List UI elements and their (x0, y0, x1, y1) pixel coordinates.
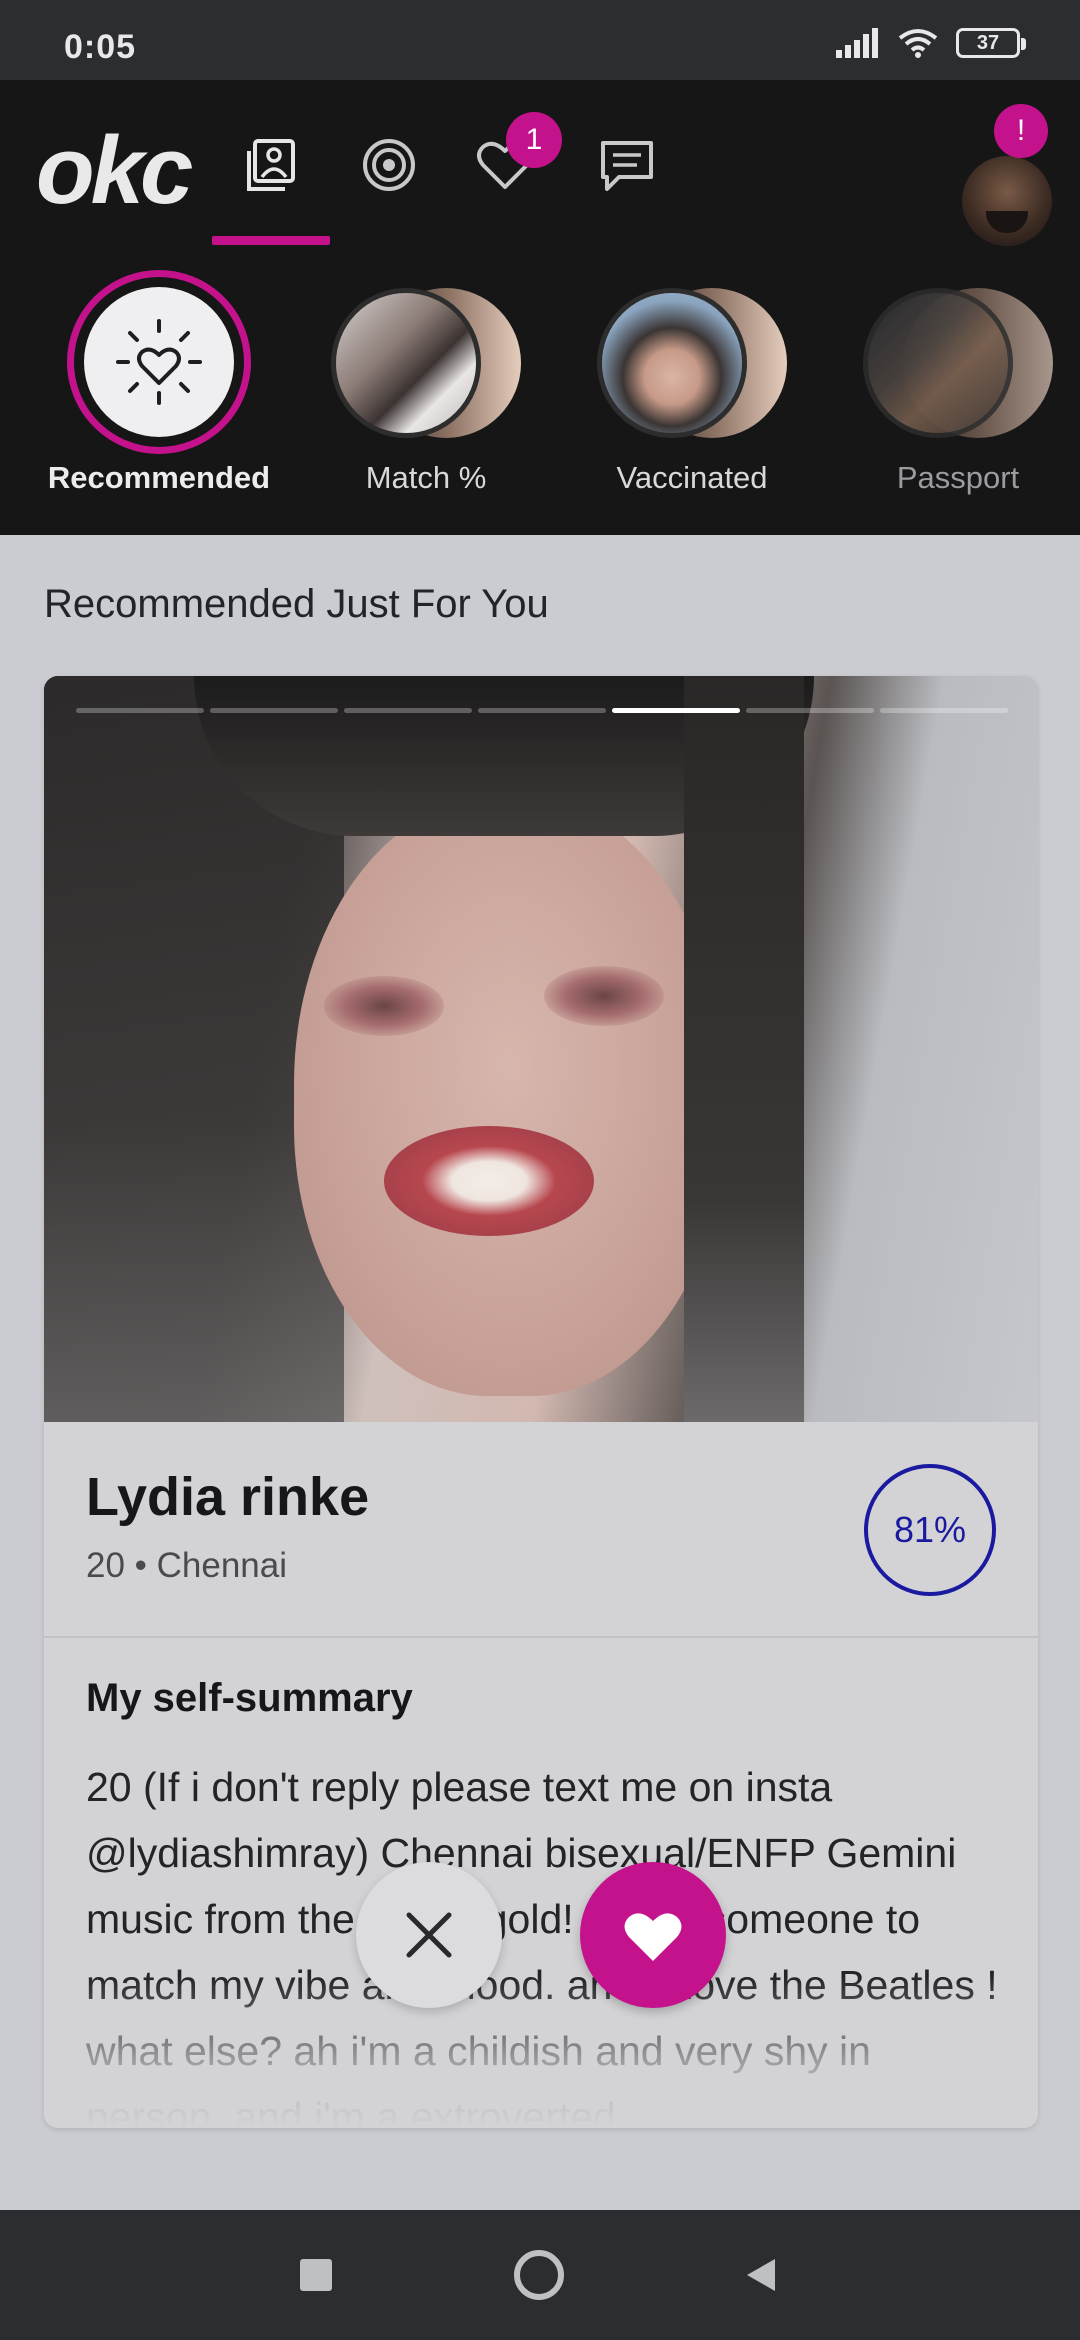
match-percentage: 81% (864, 1464, 996, 1596)
divider (44, 1636, 1038, 1638)
photo-progress-segment (210, 708, 338, 713)
signal-icon (836, 28, 878, 58)
discover-cards-icon (247, 139, 295, 191)
tab-doubletake[interactable] (344, 120, 434, 210)
photo-progress-segment (344, 708, 472, 713)
tab-discover[interactable] (226, 120, 316, 210)
profile-alert-badge: ! (994, 104, 1048, 158)
text-fade-overlay (44, 1976, 1038, 2128)
photo-progress-segment (76, 708, 204, 713)
sun-heart-icon (116, 319, 202, 405)
doubletake-radar-icon (363, 139, 415, 191)
passport-photo-stack (863, 288, 1053, 438)
profile-photo[interactable] (44, 676, 1038, 1422)
vaccinated-photo-stack (597, 288, 787, 438)
system-navigation-bar (0, 2210, 1080, 2340)
messages-chat-icon (601, 141, 653, 191)
section-title: Recommended Just For You (44, 582, 549, 626)
match-photo-stack (331, 288, 521, 438)
tab-messages[interactable] (582, 120, 672, 210)
like-button[interactable] (580, 1862, 726, 2008)
profile-name: Lydia rinke (86, 1467, 370, 1527)
close-icon (406, 1912, 452, 1958)
app-header: okc 1 ! Recommended Match % Vaccinated P… (0, 80, 1080, 535)
summary-title: My self-summary (86, 1676, 413, 1720)
filter-label-recommended: Recommended (47, 460, 271, 495)
wifi-icon (898, 29, 938, 58)
photo-progress-segment (478, 708, 606, 713)
photo-progress-segment (880, 708, 1008, 713)
profile-card[interactable]: Lydia rinke 20 • Chennai 81% My self-sum… (44, 676, 1038, 2128)
filter-label-passport: Passport (896, 460, 1020, 495)
home-button[interactable] (504, 2240, 574, 2310)
active-tab-indicator (212, 236, 330, 245)
photo-progress-bar (76, 708, 1008, 714)
battery-indicator: 37 (956, 28, 1026, 58)
back-button[interactable] (726, 2240, 796, 2310)
recommended-circle (84, 287, 234, 437)
filter-label-vaccinated: Vaccinated (616, 460, 768, 495)
status-time: 0:05 (64, 28, 137, 66)
status-icons: 37 (836, 28, 1026, 58)
okc-logo: okc (36, 117, 193, 224)
photo-progress-segment (612, 708, 740, 713)
filter-label-match: Match % (365, 460, 487, 495)
profile-avatar[interactable] (962, 156, 1052, 246)
status-bar: 0:05 37 (0, 0, 1080, 80)
recents-button[interactable] (281, 2240, 351, 2310)
heart-icon (624, 1913, 682, 1961)
triangle-back-icon (747, 2259, 775, 2291)
photo-progress-segment (746, 708, 874, 713)
profile-age-location: 20 • Chennai (86, 1546, 288, 1585)
likes-count-badge: 1 (506, 112, 562, 168)
pass-button[interactable] (356, 1862, 502, 2008)
circle-home-icon (514, 2250, 564, 2300)
square-recents-icon (300, 2259, 332, 2291)
